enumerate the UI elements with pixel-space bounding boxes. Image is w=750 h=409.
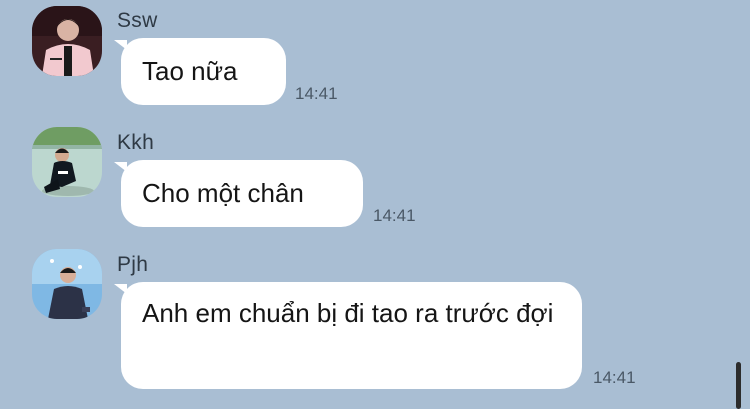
message-timestamp: 14:41 [373,206,416,225]
message-timestamp: 14:41 [295,84,338,103]
avatar[interactable] [32,127,102,197]
sender-name: Kkh [117,131,155,154]
avatar[interactable] [32,6,102,76]
sender-name: Pjh [117,253,149,276]
message-bubble[interactable]: Tao nữa [114,38,286,105]
chat-message-list[interactable]: Ssw Tao nữa 14:41 Kkh Cho một chân 14:41 [0,0,750,409]
message-text: Anh em chuẩn bị đi tao ra trước đợi [142,298,554,328]
sender-name: Ssw [117,9,158,32]
avatar-photo-icon [32,6,102,76]
message-bubble[interactable]: Anh em chuẩn bị đi tao ra trước đợi [114,282,582,389]
scrollbar[interactable] [736,362,741,409]
message-text: Tao nữa [142,56,238,86]
message-timestamp: 14:41 [593,368,636,387]
message-bubble[interactable]: Cho một chân [114,160,363,227]
avatar-photo-icon [32,249,102,319]
avatar[interactable] [32,249,102,319]
message-text: Cho một chân [142,178,304,208]
avatar-photo-icon [32,127,102,197]
